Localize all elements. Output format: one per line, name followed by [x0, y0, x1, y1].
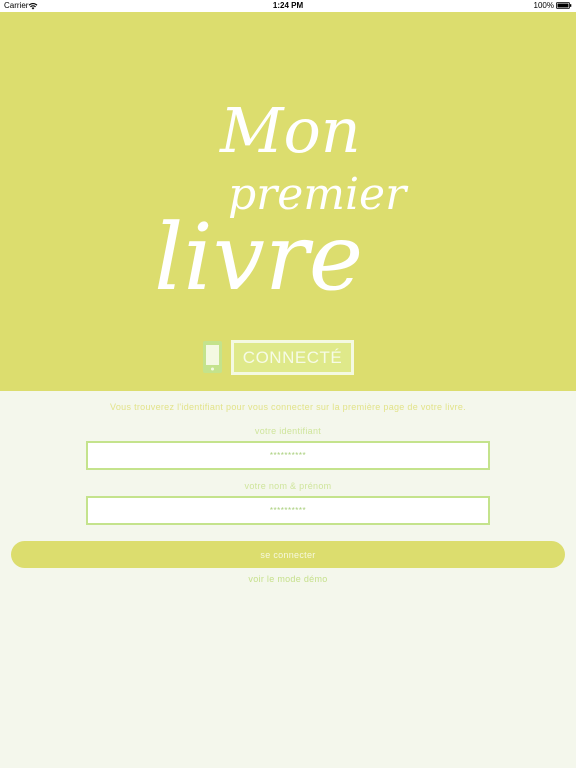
id-field-value: **********: [269, 451, 307, 460]
name-field[interactable]: **********: [86, 496, 490, 525]
name-field-value: **********: [269, 506, 307, 515]
connect-button[interactable]: se connecter: [11, 541, 565, 568]
login-info-text: Vous trouverez l'identifiant pour vous c…: [110, 402, 466, 412]
status-time: 1:24 PM: [272, 1, 304, 10]
name-field-label: votre nom & prénom: [244, 481, 332, 491]
battery-icon: [556, 2, 572, 9]
hero-banner: Mon premier livre CONNECTÉ: [0, 12, 576, 391]
phone-icon: [203, 341, 222, 373]
connected-badge: CONNECTÉ: [231, 340, 354, 375]
battery-percent: 100%: [533, 1, 554, 10]
status-bar: Carrier 1:24 PM 100%: [0, 0, 576, 12]
logo-line-mon: Mon: [219, 97, 361, 167]
connect-button-label: se connecter: [260, 549, 316, 560]
connected-label: CONNECTÉ: [242, 347, 343, 367]
id-field[interactable]: **********: [86, 441, 490, 470]
demo-mode-link[interactable]: voir le mode démo: [0, 574, 576, 584]
logo-line-livre: livre: [154, 204, 363, 307]
id-field-label: votre identifiant: [254, 426, 322, 436]
app-logo: Mon premier livre: [154, 97, 409, 307]
